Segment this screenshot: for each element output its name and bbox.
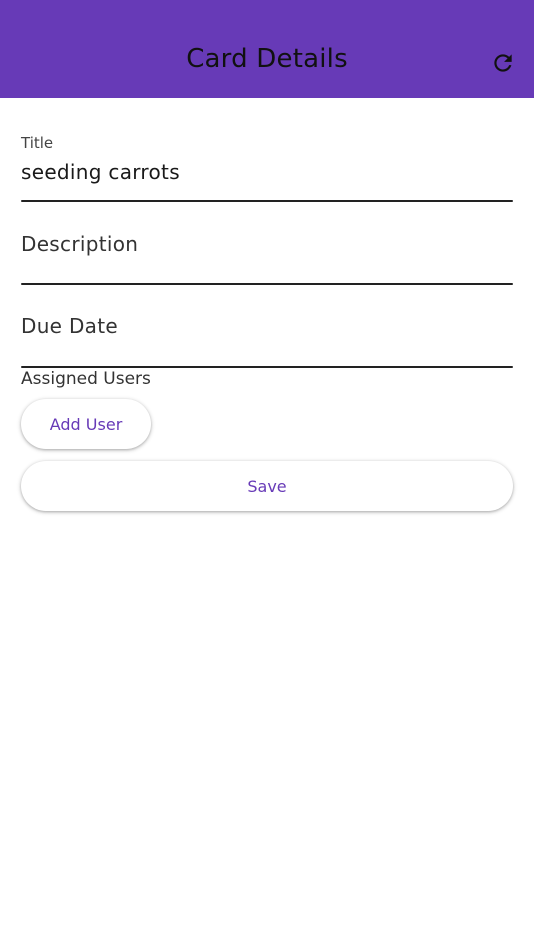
due-date-field[interactable]: Due Date — [21, 300, 513, 368]
app-bar: Card Details — [0, 0, 534, 98]
due-date-field-label: Due Date — [21, 314, 118, 338]
title-field[interactable]: Title seeding carrots — [21, 130, 513, 202]
description-field-underline — [21, 283, 513, 285]
description-field-label: Description — [21, 232, 139, 256]
refresh-button[interactable] — [484, 44, 522, 82]
page-title: Card Details — [186, 44, 348, 74]
title-field-value[interactable]: seeding carrots — [21, 160, 180, 184]
due-date-field-underline — [21, 366, 513, 368]
title-field-underline — [21, 200, 513, 202]
description-field[interactable]: Description — [21, 218, 513, 285]
title-field-label: Title — [21, 134, 54, 152]
add-user-button[interactable]: Add User — [21, 399, 151, 449]
save-button[interactable]: Save — [21, 461, 513, 511]
assigned-users-label: Assigned Users — [21, 369, 151, 389]
refresh-icon — [494, 54, 512, 72]
